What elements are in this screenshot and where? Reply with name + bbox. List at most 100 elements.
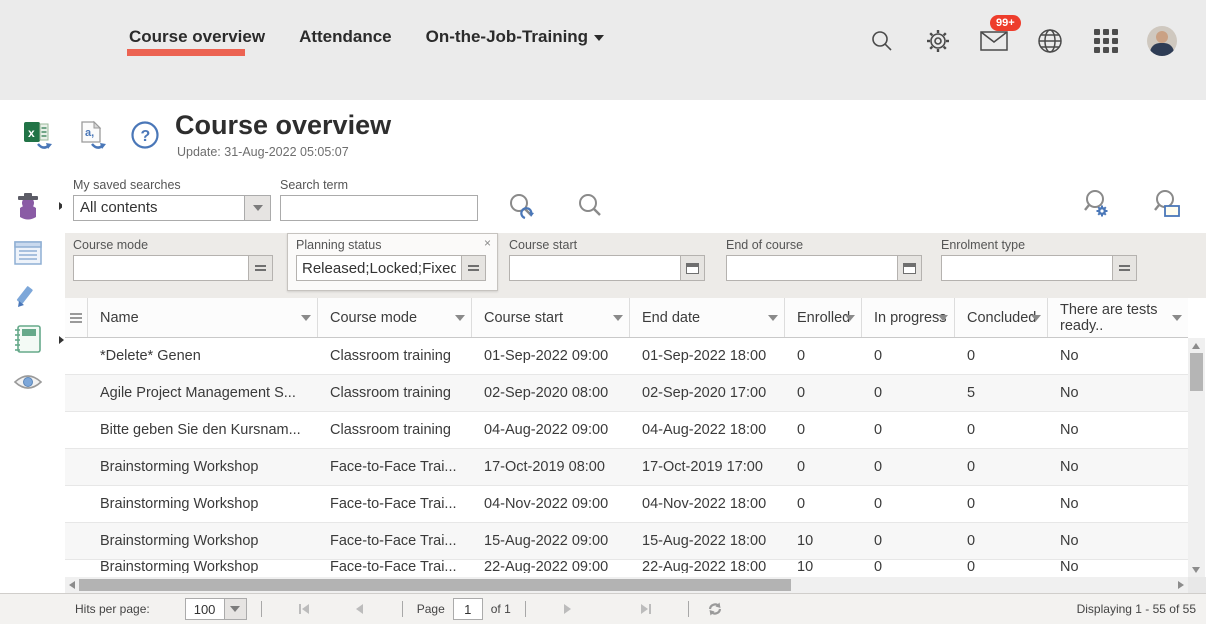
filter-end-of-course-input[interactable] [726, 255, 898, 281]
chevron-down-icon [845, 315, 855, 321]
filter-course-mode-list-button[interactable] [249, 255, 273, 281]
scroll-down-icon[interactable] [1192, 567, 1200, 573]
cell-enrolled: 10 [785, 560, 862, 573]
filter-course-start-label: Course start [509, 238, 705, 252]
table-row[interactable]: Brainstorming Workshop Face-to-Face Trai… [65, 486, 1188, 523]
tab-course-overview[interactable]: Course overview [129, 27, 265, 47]
vertical-scroll-thumb[interactable] [1190, 353, 1203, 391]
close-icon[interactable]: × [484, 237, 491, 249]
menu-icon [70, 313, 82, 323]
scroll-left-icon[interactable] [69, 581, 75, 589]
row-handle-header[interactable] [65, 298, 88, 337]
cell-name: Brainstorming Workshop [88, 449, 318, 485]
cell-course-start: 04-Nov-2022 09:00 [472, 486, 630, 522]
search-run-icon[interactable] [575, 191, 609, 225]
list-icon [468, 265, 479, 271]
svg-text:?: ? [141, 128, 151, 145]
table-row[interactable]: *Delete* Genen Classroom training 01-Sep… [65, 338, 1188, 375]
table-row-partial[interactable]: Brainstorming Workshop Face-to-Face Trai… [65, 560, 1188, 573]
column-header-name[interactable]: Name [88, 298, 318, 337]
help-icon[interactable]: ? [130, 120, 164, 152]
column-header-label: Course start [484, 310, 563, 326]
column-header-enrolled[interactable]: Enrolled [785, 298, 862, 337]
divider [402, 601, 403, 617]
scroll-up-icon[interactable] [1192, 343, 1200, 349]
tab-on-the-job-training-label: On-the-Job-Training [426, 27, 588, 46]
filter-planning-status: Planning status × [287, 233, 498, 291]
cell-enrolled: 0 [785, 338, 862, 374]
globe-icon[interactable] [1022, 24, 1078, 58]
search-settings-icon[interactable] [1080, 187, 1114, 221]
table-row[interactable]: Brainstorming Workshop Face-to-Face Trai… [65, 449, 1188, 486]
horizontal-scroll-thumb[interactable] [79, 579, 791, 591]
filter-planning-status-list-button[interactable] [462, 255, 486, 281]
tab-on-the-job-training[interactable]: On-the-Job-Training [426, 27, 604, 47]
filter-enrolment-type: Enrolment type [941, 238, 1137, 281]
table-row[interactable]: Brainstorming Workshop Face-to-Face Trai… [65, 523, 1188, 560]
last-page-button[interactable] [626, 604, 666, 614]
preview-eye-icon[interactable] [12, 365, 52, 399]
export-document-icon[interactable]: a, [76, 120, 110, 152]
tab-attendance[interactable]: Attendance [299, 27, 392, 47]
app-grid-icon[interactable] [1078, 24, 1134, 58]
column-header-tests-ready[interactable]: There are tests ready.. [1048, 298, 1188, 337]
filter-course-start-calendar-button[interactable] [681, 255, 705, 281]
user-avatar[interactable] [1134, 24, 1190, 58]
table-row[interactable]: Bitte geben Sie den Kursnam... Classroom… [65, 412, 1188, 449]
cell-tests-ready: No [1048, 523, 1188, 559]
page-number-input[interactable] [453, 598, 483, 620]
combo-dropdown-button[interactable] [224, 599, 246, 619]
cell-course-mode: Classroom training [318, 338, 472, 374]
filter-enrolment-type-input[interactable] [941, 255, 1113, 281]
cell-concluded: 0 [955, 338, 1048, 374]
list-icon [255, 265, 266, 271]
column-header-in-progress[interactable]: In progress [862, 298, 955, 337]
column-header-end-date[interactable]: End date [630, 298, 785, 337]
column-header-course-mode[interactable]: Course mode [318, 298, 472, 337]
filter-planning-status-input[interactable] [296, 255, 462, 281]
search-config-actions [1080, 187, 1184, 221]
search-section: My saved searches All contents Search te… [62, 175, 1206, 233]
filter-end-of-course-calendar-button[interactable] [898, 255, 922, 281]
search-icon[interactable] [854, 24, 910, 58]
cell-course-mode: Face-to-Face Trai... [318, 486, 472, 522]
scroll-right-icon[interactable] [1178, 581, 1184, 589]
divider [261, 601, 262, 617]
previous-page-button[interactable] [340, 604, 380, 614]
search-refresh-icon[interactable] [505, 191, 539, 225]
filter-end-of-course: End of course [726, 238, 922, 281]
hits-per-page-label: Hits per page: [75, 602, 150, 616]
cell-course-start: 15-Aug-2022 09:00 [472, 523, 630, 559]
list-icon [1119, 265, 1130, 271]
gear-icon[interactable] [910, 24, 966, 58]
cell-course-start: 04-Aug-2022 09:00 [472, 412, 630, 448]
notebook-icon[interactable] [12, 323, 52, 357]
filter-enrolment-type-list-button[interactable] [1113, 255, 1137, 281]
select-dropdown-button[interactable] [244, 196, 270, 220]
refresh-button[interactable] [707, 601, 723, 617]
filter-course-mode-input[interactable] [73, 255, 249, 281]
catalog-table-icon[interactable] [12, 237, 52, 271]
mail-icon[interactable]: 99+ [966, 24, 1022, 58]
horizontal-scrollbar[interactable] [65, 577, 1188, 593]
column-header-label: Concluded [967, 310, 1036, 326]
search-term-input[interactable] [280, 195, 478, 221]
search-form-icon[interactable] [1150, 187, 1184, 221]
next-page-button[interactable] [548, 604, 588, 614]
student-menu-icon[interactable] [12, 189, 52, 223]
column-header-course-start[interactable]: Course start [472, 298, 630, 337]
table-row[interactable]: Agile Project Management S... Classroom … [65, 375, 1188, 412]
chevron-down-icon [938, 315, 948, 321]
first-page-button[interactable] [284, 604, 324, 614]
edit-pencil-icon[interactable] [12, 281, 52, 315]
column-header-concluded[interactable]: Concluded [955, 298, 1048, 337]
filter-course-start-input[interactable] [509, 255, 681, 281]
hits-per-page-select[interactable]: 100 [185, 598, 247, 620]
export-excel-icon[interactable]: x [22, 120, 56, 152]
saved-searches-select[interactable]: All contents [73, 195, 271, 221]
cell-concluded: 5 [955, 375, 1048, 411]
avatar [1147, 26, 1177, 56]
chevron-down-icon [1031, 315, 1041, 321]
vertical-scrollbar[interactable] [1188, 338, 1205, 578]
chevron-down-icon [768, 315, 778, 321]
